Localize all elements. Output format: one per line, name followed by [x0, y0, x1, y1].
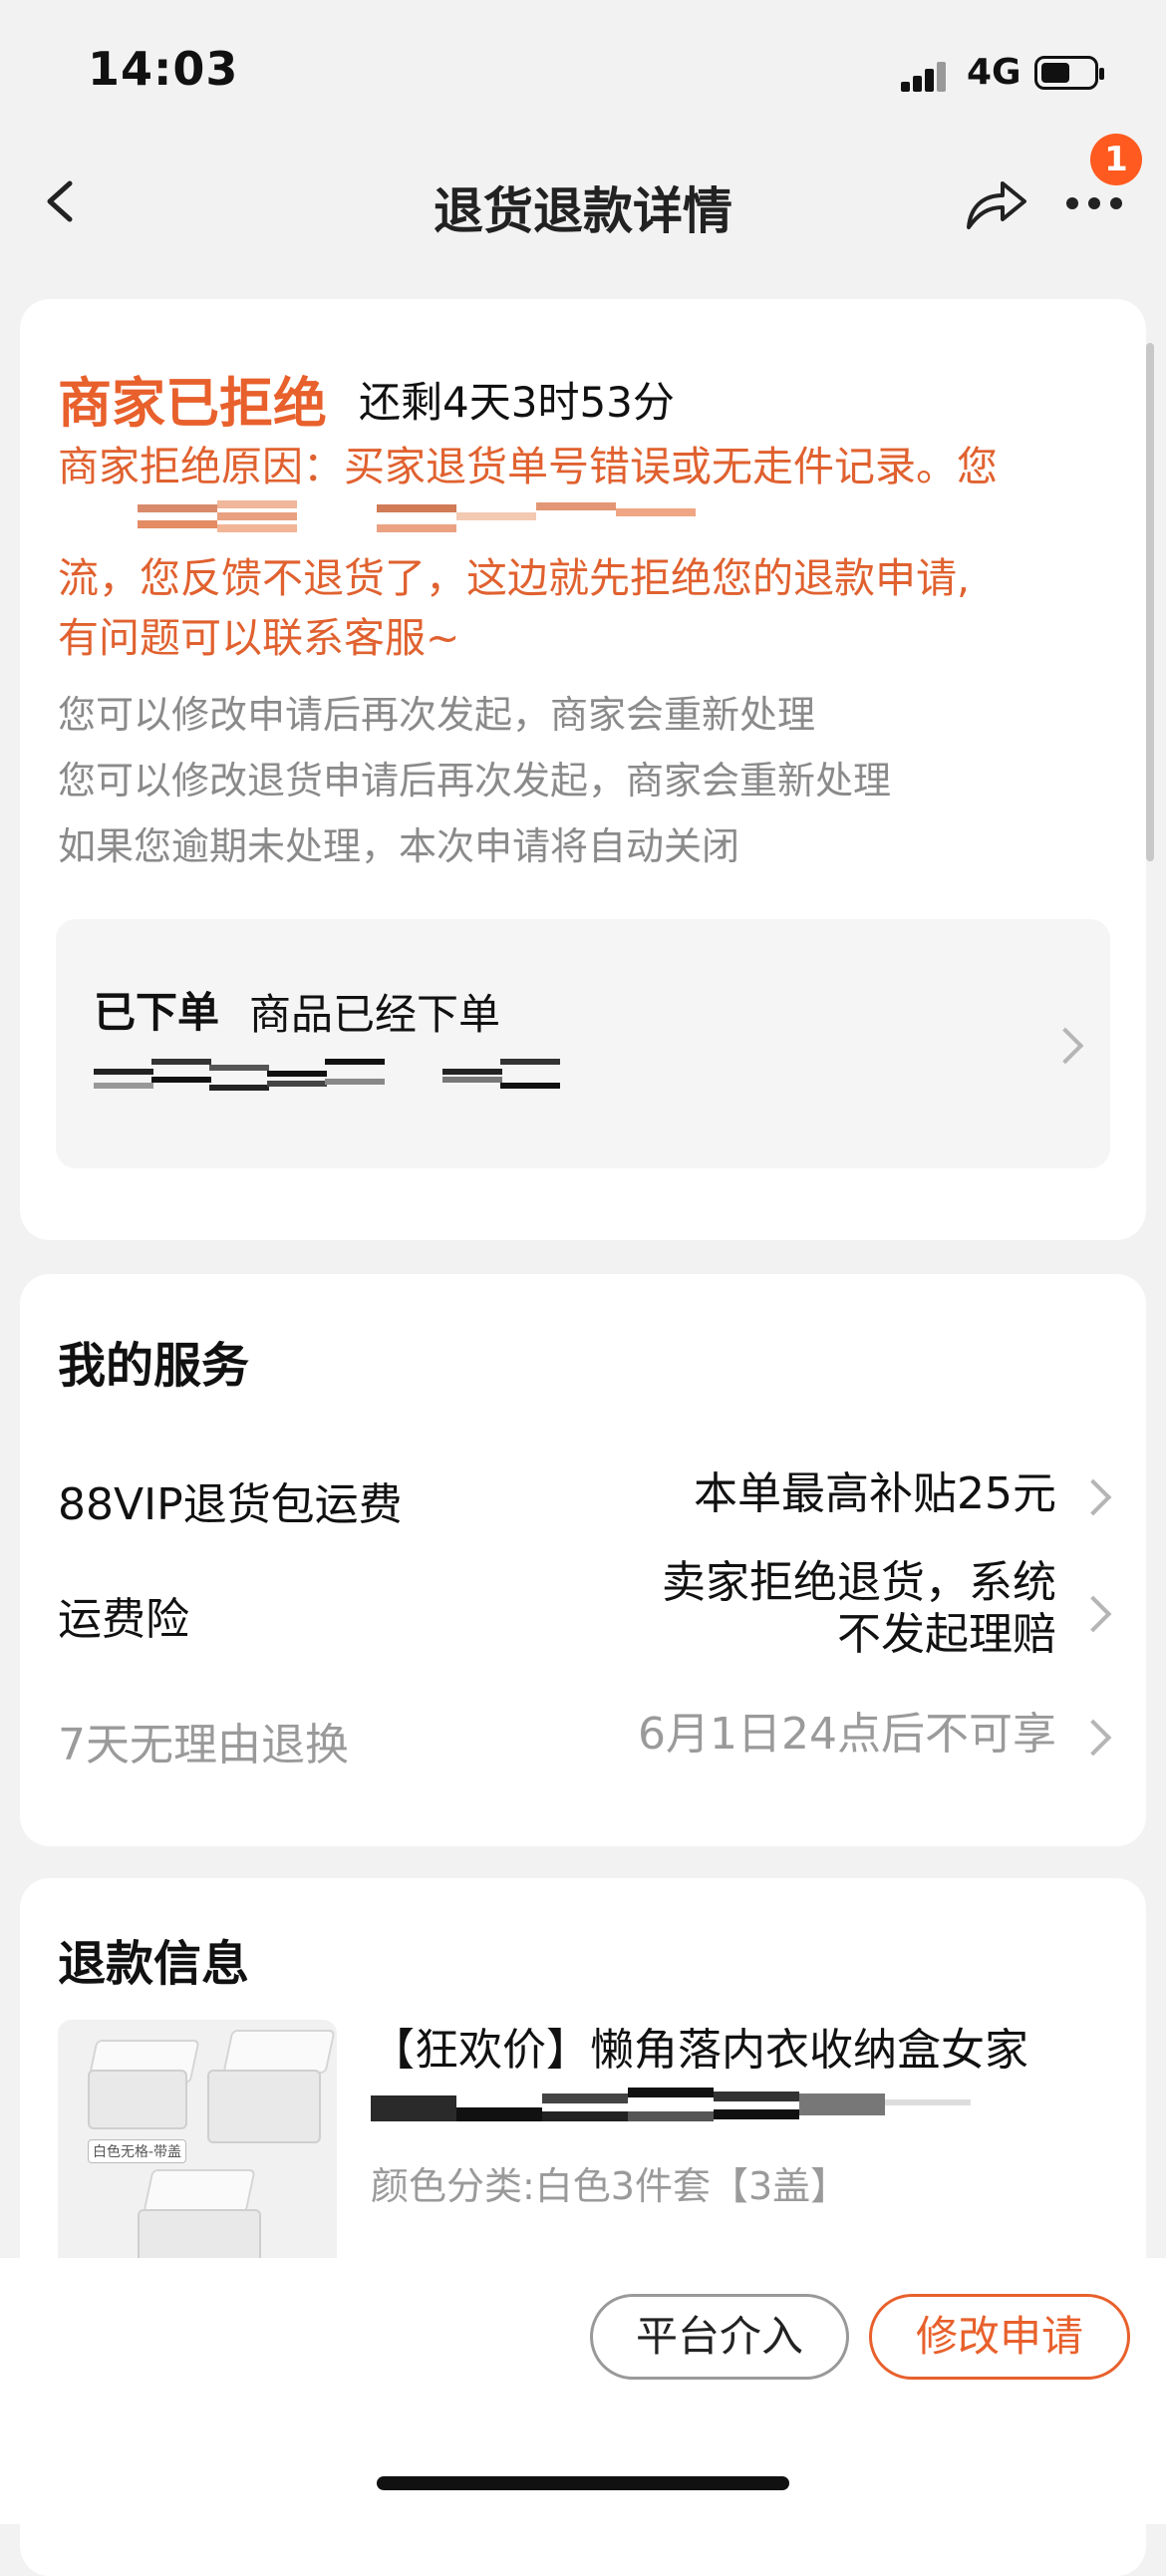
order-progress-row[interactable]: 已下单 商品已经下单 — [56, 919, 1110, 1168]
redacted-text — [58, 498, 1114, 534]
product-spec: 颜色分类:白色3件套【3盖】 — [371, 2164, 849, 2208]
order-status-title: 已下单 — [94, 988, 220, 1037]
status-time: 14:03 — [88, 42, 239, 96]
services-title: 我的服务 — [58, 1338, 250, 1394]
reject-reason-line: 有问题可以联系客服~ — [58, 614, 460, 662]
chevron-right-icon — [1074, 1478, 1112, 1516]
service-value: 6月1日24点后不可享 — [638, 1709, 1056, 1760]
home-indicator[interactable] — [377, 2476, 789, 2490]
product-title[interactable]: 【狂欢价】懒角落内衣收纳盒女家 — [371, 2014, 1028, 2078]
platform-intervene-button[interactable]: 平台介入 — [590, 2294, 849, 2380]
service-label: 运费险 — [58, 1594, 189, 1645]
battery-icon — [1034, 56, 1104, 90]
reject-reason-line: 商家拒绝原因：买家退货单号错误或无走件记录。您 — [58, 443, 998, 490]
service-value-line: 不发起理赔 — [837, 1609, 1056, 1660]
product-image[interactable]: 白色无格-带盖 — [58, 2020, 337, 2279]
nav-bar: 退货退款详情 1 — [0, 134, 1166, 269]
services-card: 我的服务 88VIP退货包运费 本单最高补贴25元 运费险 卖家拒绝退货，系统 … — [20, 1274, 1146, 1846]
tips-list: 您可以修改申请后再次发起，商家会重新处理 您可以修改退货申请后再次发起，商家会重… — [58, 682, 1114, 879]
service-row-shipping-insurance[interactable]: 运费险 卖家拒绝退货，系统 不发起理赔 — [58, 1541, 1114, 1681]
tip-text: 如果您逾期未处理，本次申请将自动关闭 — [58, 824, 740, 868]
share-icon[interactable] — [963, 173, 1028, 233]
service-value: 卖家拒绝退货，系统 不发起理赔 — [662, 1557, 1056, 1661]
modify-request-button[interactable]: 修改申请 — [869, 2294, 1130, 2380]
reject-reason-line: 流，您反馈不退货了，这边就先拒绝您的退款申请, — [58, 554, 971, 602]
service-row-7day-return[interactable]: 7天无理由退换 6月1日24点后不可享 — [58, 1689, 1114, 1798]
tip-text: 您可以修改申请后再次发起，商家会重新处理 — [58, 693, 816, 737]
tip-text: 您可以修改退货申请后再次发起，商家会重新处理 — [58, 759, 892, 803]
reject-reason: 商家拒绝原因：买家退货单号错误或无走件记录。您 — [58, 437, 1114, 496]
scrollbar[interactable] — [1146, 343, 1154, 861]
image-label: 白色无格-带盖 — [88, 2139, 187, 2163]
refund-info-title: 退款信息 — [58, 1936, 250, 1992]
countdown-timer: 还剩4天3时53分 — [359, 378, 675, 427]
refund-status-title: 商家已拒绝 — [58, 372, 327, 435]
chevron-right-icon — [1074, 1719, 1112, 1757]
bottom-action-bar: 平台介入 修改申请 — [0, 2258, 1166, 2524]
redacted-text — [94, 1059, 851, 1109]
redacted-text — [371, 2088, 1048, 2137]
notification-badge: 1 — [1090, 134, 1142, 185]
network-type: 4G — [967, 52, 1021, 93]
refund-status-card: 商家已拒绝 还剩4天3时53分 商家拒绝原因：买家退货单号错误或无走件记录。您 … — [20, 299, 1146, 1240]
signal-icon — [901, 60, 947, 92]
service-value: 本单最高补贴25元 — [694, 1468, 1056, 1519]
service-label: 7天无理由退换 — [58, 1720, 349, 1771]
service-value-line: 卖家拒绝退货，系统 — [662, 1557, 1056, 1608]
chevron-right-icon — [1046, 1027, 1084, 1065]
reject-reason-continued: 流，您反馈不退货了，这边就先拒绝您的退款申请, 有问题可以联系客服~ — [58, 548, 1114, 668]
order-status-desc: 商品已经下单 — [249, 990, 501, 1039]
service-label: 88VIP退货包运费 — [58, 1479, 403, 1530]
more-icon[interactable] — [1066, 189, 1128, 213]
status-bar: 14:03 4G — [0, 0, 1166, 140]
chevron-right-icon — [1074, 1595, 1112, 1633]
